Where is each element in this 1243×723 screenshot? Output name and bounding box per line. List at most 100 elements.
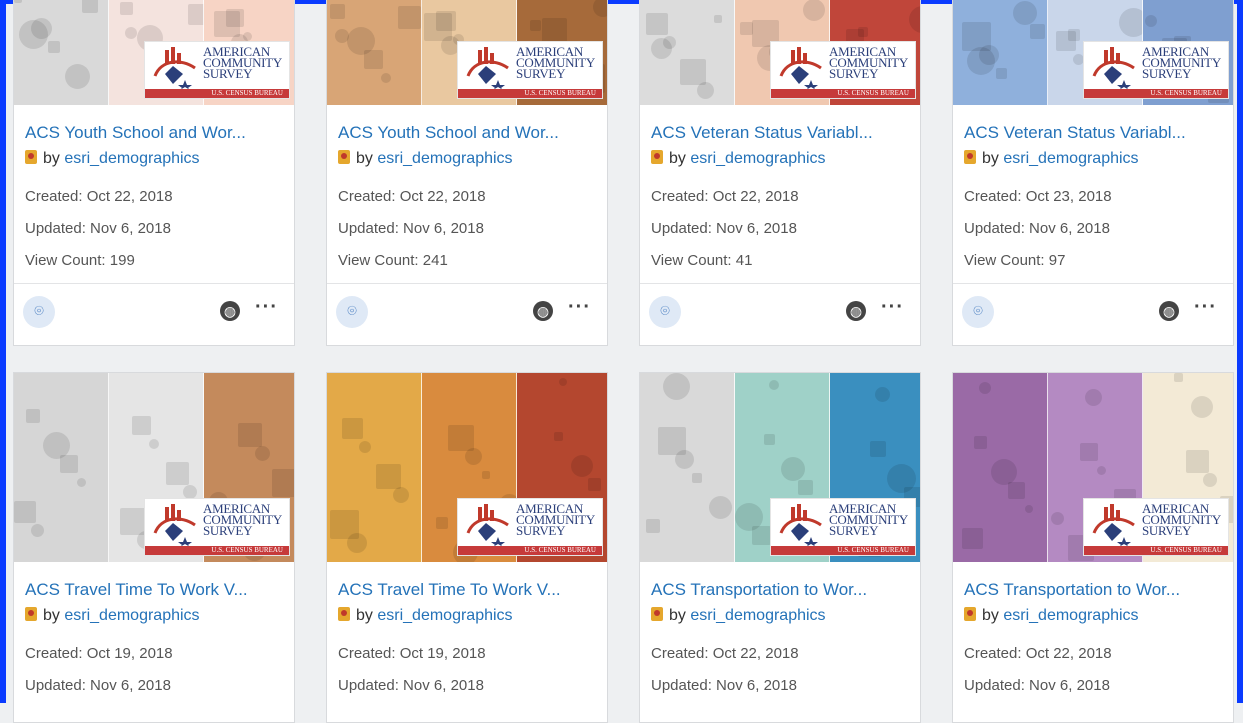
map-feature	[769, 380, 779, 390]
owner-link[interactable]: esri_demographics	[64, 607, 199, 624]
item-card[interactable]: AMERICAN COMMUNITY SURVEY U.S. CENSUS BUREA…	[13, 0, 295, 346]
map-feature	[1145, 15, 1157, 27]
item-thumbnail[interactable]: AMERICAN COMMUNITY SURVEY U.S. CENSUS BUREA…	[14, 373, 294, 562]
item-title-link[interactable]: ACS Veteran Status Variabl...	[964, 123, 1226, 143]
map-feature	[559, 378, 567, 386]
created-date: Created: Oct 23, 2018	[964, 188, 1112, 205]
owner-link[interactable]: esri_demographics	[377, 607, 512, 624]
map-feature	[1174, 373, 1183, 382]
owner-link[interactable]: esri_demographics	[377, 150, 512, 167]
acs-emblem-icon	[153, 504, 196, 547]
map-app-icon[interactable]: ⌾	[962, 296, 994, 328]
map-feature	[781, 457, 805, 481]
created-date: Created: Oct 22, 2018	[651, 645, 799, 662]
owner-link[interactable]: esri_demographics	[64, 150, 199, 167]
item-thumbnail[interactable]: AMERICAN COMMUNITY SURVEY U.S. CENSUS BUREA…	[953, 0, 1233, 105]
item-owner: by esri_demographics	[651, 607, 826, 625]
more-options-icon[interactable]: ···	[1194, 296, 1217, 319]
item-owner: by esri_demographics	[338, 607, 513, 625]
item-title-link[interactable]: ACS Travel Time To Work V...	[25, 580, 287, 600]
item-thumbnail[interactable]: AMERICAN COMMUNITY SURVEY U.S. CENSUS BUREA…	[14, 0, 294, 105]
item-card[interactable]: AMERICAN COMMUNITY SURVEY U.S. CENSUS BUREA…	[13, 372, 295, 723]
more-options-icon[interactable]: ···	[255, 296, 278, 319]
map-feature	[376, 464, 401, 489]
map-app-icon[interactable]: ⌾	[23, 296, 55, 328]
owner-link[interactable]: esri_demographics	[690, 607, 825, 624]
map-feature	[571, 455, 593, 477]
updated-date: Updated: Nov 6, 2018	[651, 677, 797, 694]
item-owner: by esri_demographics	[651, 150, 826, 168]
owner-prefix: by	[356, 607, 373, 624]
map-feature	[962, 528, 983, 549]
view-count: View Count: 241	[338, 252, 448, 269]
owner-prefix: by	[356, 150, 373, 167]
item-title-link[interactable]: ACS Travel Time To Work V...	[338, 580, 600, 600]
owner-avatar-icon	[25, 150, 37, 164]
item-card[interactable]: AMERICAN COMMUNITY SURVEY U.S. CENSUS BUREA…	[326, 372, 608, 723]
map-app-icon[interactable]: ⌾	[336, 296, 368, 328]
globe-icon[interactable]: ◍	[846, 301, 866, 321]
map-feature	[342, 418, 363, 439]
item-card[interactable]: AMERICAN COMMUNITY SURVEY U.S. CENSUS BUREA…	[952, 0, 1234, 346]
owner-link[interactable]: esri_demographics	[1003, 150, 1138, 167]
item-thumbnail[interactable]: AMERICAN COMMUNITY SURVEY U.S. CENSUS BUREA…	[640, 373, 920, 562]
map-feature	[663, 373, 690, 400]
map-feature	[359, 441, 371, 453]
item-title-link[interactable]: ACS Youth School and Wor...	[338, 123, 600, 143]
thumbnail-map-panel	[327, 0, 422, 105]
map-feature	[482, 471, 490, 479]
acs-logo: AMERICAN COMMUNITY SURVEY U.S. CENSUS BUREA…	[144, 41, 290, 99]
owner-link[interactable]: esri_demographics	[690, 150, 825, 167]
map-feature	[680, 59, 706, 85]
more-options-icon[interactable]: ···	[568, 296, 591, 319]
acs-logo-text: AMERICAN COMMUNITY SURVEY	[203, 501, 282, 538]
map-feature	[1008, 482, 1025, 499]
item-thumbnail[interactable]: AMERICAN COMMUNITY SURVEY U.S. CENSUS BUREA…	[327, 0, 607, 105]
map-feature	[1186, 450, 1209, 473]
item-thumbnail[interactable]: AMERICAN COMMUNITY SURVEY U.S. CENSUS BUREA…	[640, 0, 920, 105]
item-thumbnail[interactable]: AMERICAN COMMUNITY SURVEY U.S. CENSUS BUREA…	[953, 373, 1233, 562]
acs-logo-text: AMERICAN COMMUNITY SURVEY	[829, 44, 908, 81]
acs-logo-subtitle: U.S. CENSUS BUREAU	[771, 546, 915, 555]
map-feature	[255, 446, 270, 461]
item-card[interactable]: AMERICAN COMMUNITY SURVEY U.S. CENSUS BUREA…	[326, 0, 608, 346]
map-feature	[1025, 505, 1033, 513]
map-feature	[26, 409, 40, 423]
item-title-link[interactable]: ACS Transportation to Wor...	[651, 580, 913, 600]
item-thumbnail[interactable]: AMERICAN COMMUNITY SURVEY U.S. CENSUS BUREA…	[327, 373, 607, 562]
acs-emblem-icon	[466, 504, 509, 547]
map-feature	[183, 485, 197, 499]
thumbnail-map-panel	[953, 0, 1048, 105]
globe-icon[interactable]: ◍	[1159, 301, 1179, 321]
more-options-icon[interactable]: ···	[881, 296, 904, 319]
item-owner: by esri_demographics	[964, 150, 1139, 168]
map-feature	[132, 416, 151, 435]
item-title-link[interactable]: ACS Transportation to Wor...	[964, 580, 1226, 600]
card-actions: ⌾ ◍ ···	[953, 283, 1233, 340]
map-feature	[714, 15, 722, 23]
item-title-link[interactable]: ACS Youth School and Wor...	[25, 123, 287, 143]
map-feature	[979, 382, 991, 394]
owner-link[interactable]: esri_demographics	[1003, 607, 1138, 624]
item-title-link[interactable]: ACS Veteran Status Variabl...	[651, 123, 913, 143]
item-card[interactable]: AMERICAN COMMUNITY SURVEY U.S. CENSUS BUREA…	[639, 0, 921, 346]
map-app-icon[interactable]: ⌾	[649, 296, 681, 328]
view-count: View Count: 199	[25, 252, 135, 269]
acs-logo-text: AMERICAN COMMUNITY SURVEY	[516, 501, 595, 538]
map-feature	[542, 18, 567, 43]
acs-logo-text: AMERICAN COMMUNITY SURVEY	[203, 44, 282, 81]
map-feature	[65, 64, 90, 89]
map-feature	[1051, 512, 1064, 525]
item-card[interactable]: AMERICAN COMMUNITY SURVEY U.S. CENSUS BUREA…	[952, 372, 1234, 723]
globe-icon[interactable]: ◍	[533, 301, 553, 321]
item-card[interactable]: AMERICAN COMMUNITY SURVEY U.S. CENSUS BUREA…	[639, 372, 921, 723]
map-feature	[697, 82, 714, 99]
globe-icon[interactable]: ◍	[220, 301, 240, 321]
map-feature	[651, 38, 672, 59]
thumbnail-map-panel	[14, 0, 109, 105]
map-feature	[752, 526, 771, 545]
item-owner: by esri_demographics	[964, 607, 1139, 625]
map-feature	[125, 27, 137, 39]
map-feature	[1030, 24, 1045, 39]
created-date: Created: Oct 19, 2018	[25, 645, 173, 662]
